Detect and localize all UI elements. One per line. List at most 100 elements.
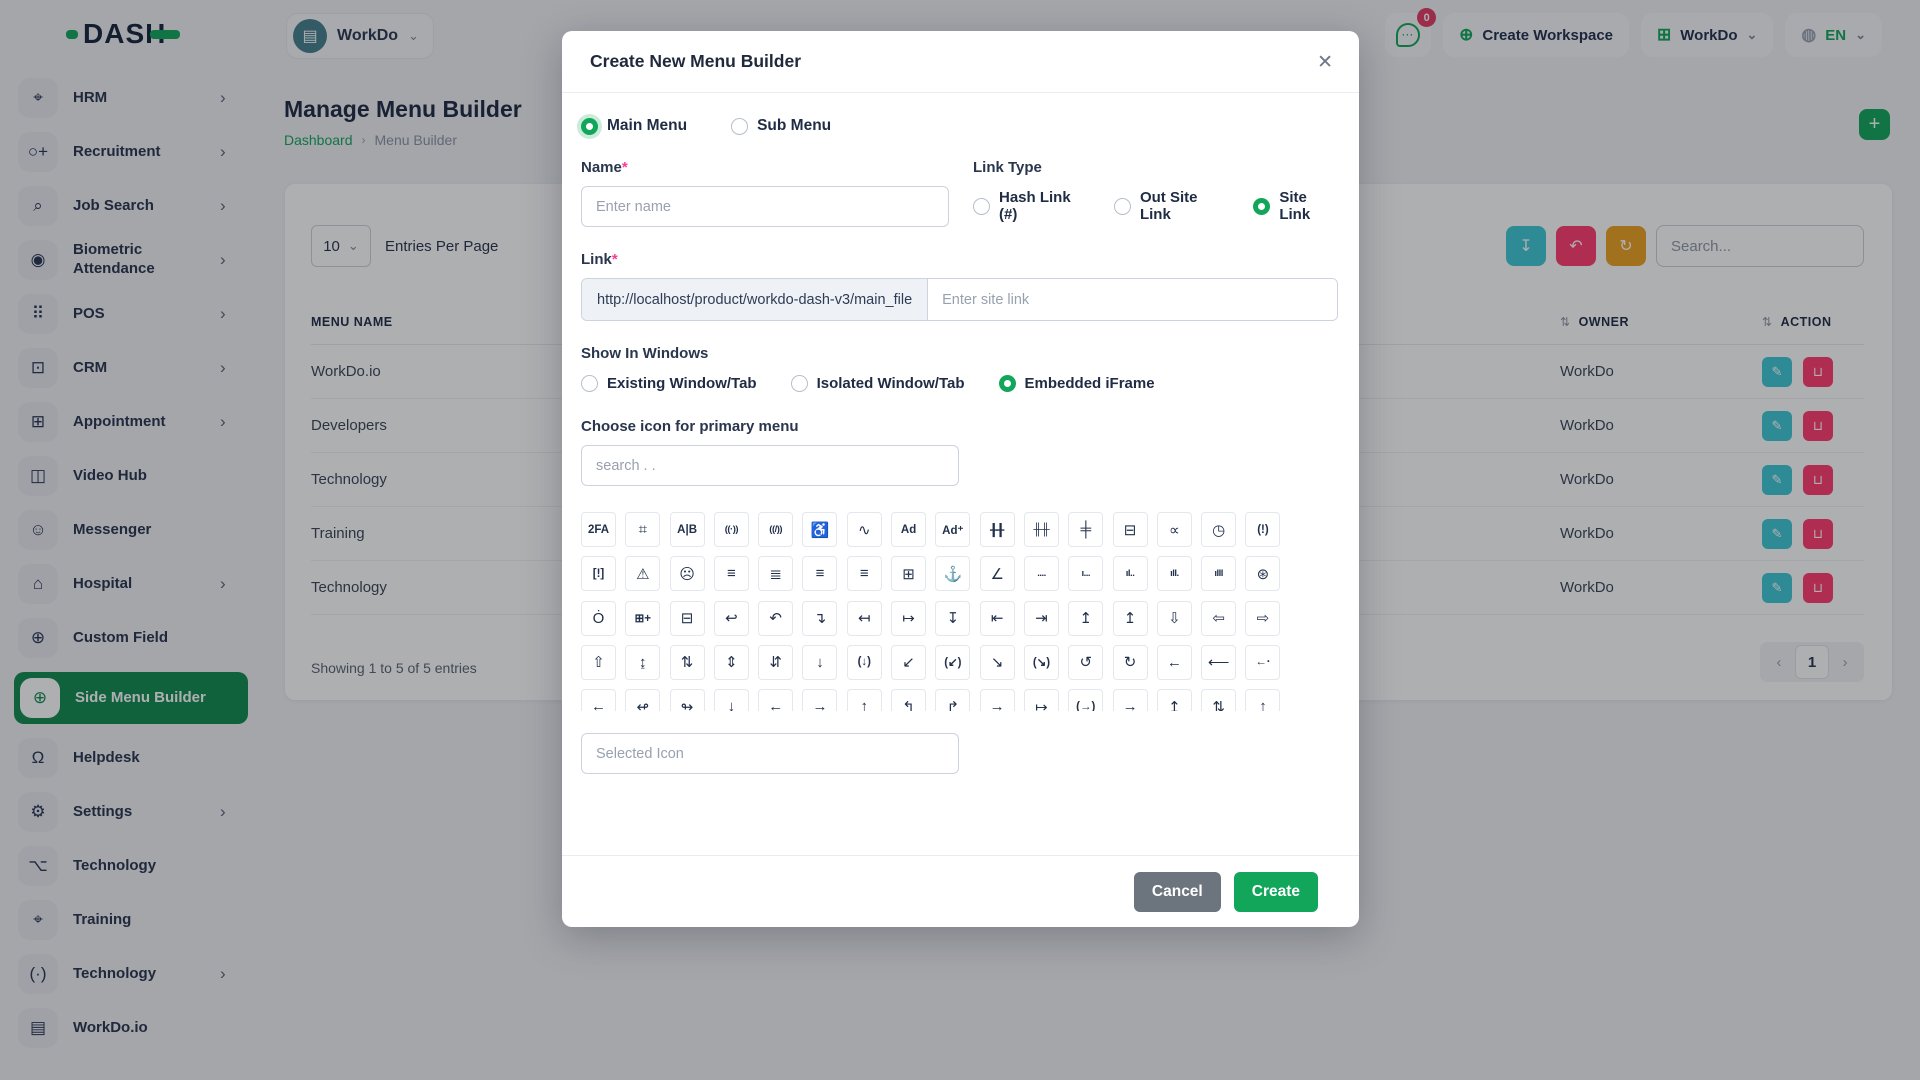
icon-option-aerial-lift[interactable]: ⊟: [1113, 512, 1148, 547]
icon-option-arrow-big-left[interactable]: ⇦: [1201, 601, 1236, 636]
icon-option-arrow-right-bar[interactable]: ↦: [1024, 689, 1059, 711]
radio-selected-icon: [581, 118, 598, 135]
icon-option-align-center[interactable]: ≡: [714, 556, 749, 591]
icon-option-access-point-off[interactable]: ((/)): [758, 512, 793, 547]
radio-embedded-iframe[interactable]: Embedded iFrame: [999, 375, 1155, 392]
icon-option-alarm[interactable]: ◷: [1201, 512, 1236, 547]
icon-option-arrow-narrow-down[interactable]: ↓: [714, 689, 749, 711]
radio-hash-link[interactable]: Hash Link (#): [973, 189, 1088, 223]
icon-option-arrow-down-circle[interactable]: (↓): [847, 645, 882, 680]
icon-option-access-point[interactable]: ((·)): [714, 512, 749, 547]
icon-option-alert-triangle[interactable]: ⚠: [625, 556, 660, 591]
icon-option-arrow-forward-up[interactable]: ↻: [1113, 645, 1148, 680]
icon-option-arrow-bar-to-up[interactable]: ↥: [1068, 601, 1103, 636]
icon-option-arrow-bottom-tail[interactable]: ⇵: [758, 645, 793, 680]
close-icon[interactable]: ✕: [1317, 51, 1333, 74]
icon-option-arrow-bar-up[interactable]: ↥: [1113, 601, 1148, 636]
icon-option-arrow-left-bar[interactable]: ⟵: [1201, 645, 1236, 680]
icon-option-angle[interactable]: ∠: [980, 556, 1015, 591]
icon-option-archive[interactable]: ⊟: [670, 601, 705, 636]
icon-option-apps[interactable]: ⊞+: [625, 601, 660, 636]
icon-option-antenna-bars-5[interactable]: ılll: [1201, 556, 1236, 591]
icon-option-alert-circle[interactable]: (!): [1245, 512, 1280, 547]
icon-option-affiliate[interactable]: ∝: [1157, 512, 1192, 547]
radio-label: Existing Window/Tab: [607, 375, 757, 392]
icon-option-ad-2[interactable]: Ad⁺: [935, 512, 970, 547]
icon-option-arrow-down-left[interactable]: ↙: [891, 645, 926, 680]
icon-option-antenna-bars-2[interactable]: ı...: [1068, 556, 1103, 591]
icon-option-arrow-left-tail[interactable]: ←: [581, 689, 616, 711]
icon-option-2fa[interactable]: 2FA: [581, 512, 616, 547]
icon-option-arrow-ramp-right[interactable]: ↱: [935, 689, 970, 711]
site-link-input[interactable]: [928, 279, 1337, 320]
radio-site-link[interactable]: Site Link: [1253, 189, 1338, 223]
radio-selected-icon: [999, 375, 1016, 392]
icon-option-accessible[interactable]: ♿: [802, 512, 837, 547]
icon-option-arrow-bottom-square[interactable]: ⇕: [714, 645, 749, 680]
icon-option-arrow-right[interactable]: →: [980, 689, 1015, 711]
cancel-button[interactable]: Cancel: [1134, 872, 1221, 912]
icon-option-arrow-top-circle[interactable]: ⇅: [1201, 689, 1236, 711]
icon-option-a-b[interactable]: A|B: [670, 512, 705, 547]
icon-option-antenna-bars-3[interactable]: ıl..: [1113, 556, 1148, 591]
icon-option-arrow-loop-left[interactable]: ↫: [625, 689, 660, 711]
icon-option-arrow-right-tail[interactable]: →: [1113, 689, 1148, 711]
icon-option-arrow-down[interactable]: ↓: [802, 645, 837, 680]
icon-search-input[interactable]: [581, 445, 959, 486]
icon-option-adjustments-alt[interactable]: ╫╫: [1024, 512, 1059, 547]
icon-option-arrow-loop-right[interactable]: ↬: [670, 689, 705, 711]
icon-option-ad[interactable]: Ad: [891, 512, 926, 547]
radio-sub-menu[interactable]: Sub Menu: [731, 117, 831, 135]
icon-option-arrow-left-circle[interactable]: ←·: [1245, 645, 1280, 680]
icon-option-arrow-big-up[interactable]: ⇧: [581, 645, 616, 680]
icon-option-anchor[interactable]: ⚓: [935, 556, 970, 591]
create-button[interactable]: Create: [1234, 872, 1318, 912]
icon-option-arrow-bottom-bar[interactable]: ↨: [625, 645, 660, 680]
icon-option-arrow-right-circle[interactable]: (→): [1068, 689, 1103, 711]
icon-option-alert-octagon[interactable]: [!]: [581, 556, 616, 591]
icon-option-align-left[interactable]: ≡: [802, 556, 837, 591]
icon-option-activity[interactable]: ∿: [847, 512, 882, 547]
icon-option-align-justified[interactable]: ≣: [758, 556, 793, 591]
icon-option-arrow-big-right[interactable]: ⇨: [1245, 601, 1280, 636]
icon-option-align-right[interactable]: ≡: [847, 556, 882, 591]
icon-option-arrow-narrow-up[interactable]: ↑: [847, 689, 882, 711]
icon-option-alien[interactable]: ☹: [670, 556, 705, 591]
icon-option-arrow-top-bar[interactable]: ↥: [1157, 689, 1192, 711]
icon-option-arrow-bar-left[interactable]: ↤: [847, 601, 882, 636]
radio-existing-window-tab[interactable]: Existing Window/Tab: [581, 375, 757, 392]
icon-option-arrow-ramp-left[interactable]: ↰: [891, 689, 926, 711]
icon-option-arrow-down-right-circle[interactable]: (↘): [1024, 645, 1059, 680]
radio-main-menu[interactable]: Main Menu: [581, 117, 687, 135]
icon-option-antenna-bars-1[interactable]: ....: [1024, 556, 1059, 591]
icon-option-arrow-forward[interactable]: ↺: [1068, 645, 1103, 680]
icon-option-arrow-bar-to-down[interactable]: ↧: [935, 601, 970, 636]
name-input[interactable]: [581, 186, 949, 227]
icon-option-arrow-left[interactable]: ←: [1157, 645, 1192, 680]
icon-option-arrow-back-up[interactable]: ↶: [758, 601, 793, 636]
link-label: Link*: [581, 251, 1338, 268]
icon-option-ambulance[interactable]: ⊞: [891, 556, 926, 591]
icon-option-adjustments-horizontal[interactable]: ╪: [1068, 512, 1103, 547]
radio-isolated-window-tab[interactable]: Isolated Window/Tab: [791, 375, 965, 392]
icon-option-arrow-bar-down[interactable]: ↴: [802, 601, 837, 636]
selected-icon-input[interactable]: [581, 733, 959, 774]
icon-option-apple[interactable]: Ȯ: [581, 601, 616, 636]
icon-option-aperture[interactable]: ⊛: [1245, 556, 1280, 591]
icon-option-3d-cube-sphere[interactable]: ⌗: [625, 512, 660, 547]
icon-option-arrow-up[interactable]: ↑: [1245, 689, 1280, 711]
icon-option-arrow-down-left-circle[interactable]: (↙): [935, 645, 970, 680]
icon-option-arrow-bar-to-right[interactable]: ⇥: [1024, 601, 1059, 636]
icon-option-arrow-narrow-right[interactable]: →: [802, 689, 837, 711]
icon-option-antenna-bars-4[interactable]: ıll.: [1157, 556, 1192, 591]
icon-option-adjustments[interactable]: ╂╂: [980, 512, 1015, 547]
icon-option-arrow-narrow-left[interactable]: ←: [758, 689, 793, 711]
icon-option-arrow-bar-to-left[interactable]: ⇤: [980, 601, 1015, 636]
icon-option-arrow-back[interactable]: ↩: [714, 601, 749, 636]
icon-option-arrow-bar-right[interactable]: ↦: [891, 601, 926, 636]
link-prefix: http://localhost/product/workdo-dash-v3/…: [582, 279, 928, 320]
icon-option-arrow-big-down[interactable]: ⇩: [1157, 601, 1192, 636]
icon-option-arrow-bottom-circle[interactable]: ⇅: [670, 645, 705, 680]
icon-option-arrow-down-right[interactable]: ↘: [980, 645, 1015, 680]
radio-out-site-link[interactable]: Out Site Link: [1114, 189, 1227, 223]
